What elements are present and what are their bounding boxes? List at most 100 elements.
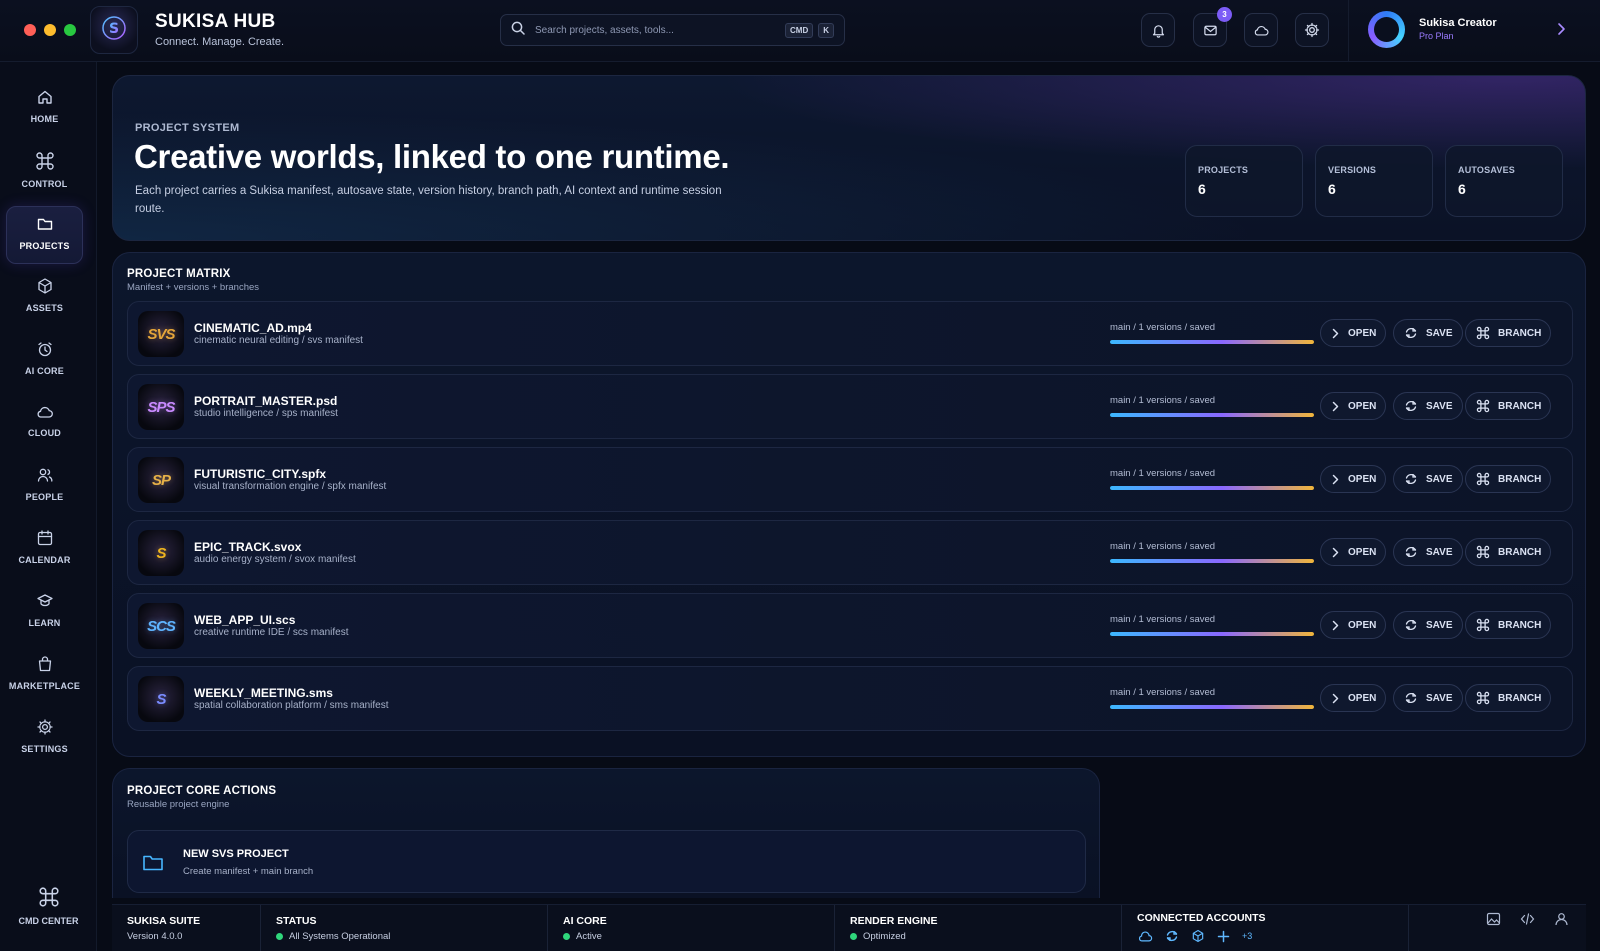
sidebar-item-label: AI CORE — [25, 366, 64, 376]
notifications-button[interactable] — [1141, 13, 1175, 47]
image-icon[interactable] — [1486, 912, 1501, 926]
new-svs-project-button[interactable]: NEW SVS PROJECT Create manifest + main b… — [127, 830, 1086, 893]
sync-icon — [1405, 473, 1417, 485]
connected-accounts[interactable]: +3 — [1137, 929, 1252, 943]
sukisa-logo-icon[interactable]: S — [90, 6, 138, 54]
sidebar-item-label: HOME — [30, 114, 59, 124]
open-button[interactable]: OPEN — [1320, 611, 1387, 639]
chevron-right-icon[interactable] — [1556, 22, 1566, 41]
stat-label: VERSIONS — [1328, 165, 1377, 175]
sidebar-item-marketplace[interactable]: MARKETPLACE — [6, 647, 83, 705]
sidebar-item-control[interactable]: CONTROL — [6, 143, 83, 201]
avatar[interactable] — [1368, 11, 1405, 48]
settings-button[interactable] — [1295, 13, 1329, 47]
project-row[interactable]: SCS WEB_APP_UI.scs creative runtime IDE … — [127, 593, 1573, 658]
project-description: audio energy system / svox manifest — [194, 554, 356, 565]
cloud-button[interactable] — [1244, 13, 1278, 47]
sidebar-item-cloud[interactable]: CLOUD — [6, 395, 83, 453]
branch-button[interactable]: BRANCH — [1465, 684, 1552, 712]
cloud-icon — [37, 406, 53, 418]
core-action-desc: Create manifest + main branch — [183, 866, 314, 877]
close-window-button[interactable] — [24, 24, 36, 36]
sync-icon — [1405, 619, 1417, 631]
top-divider — [1348, 0, 1349, 62]
sidebar-item-assets[interactable]: ASSETS — [6, 269, 83, 327]
sync-icon — [1405, 327, 1417, 339]
sidebar-item-people[interactable]: PEOPLE — [6, 458, 83, 516]
core-actions-panel: PROJECT CORE ACTIONS Reusable project en… — [112, 768, 1100, 898]
open-button[interactable]: OPEN — [1320, 319, 1387, 347]
folder-icon — [37, 218, 52, 230]
code-icon[interactable] — [1520, 912, 1535, 926]
command-icon — [35, 152, 54, 170]
branch-button[interactable]: BRANCH — [1465, 319, 1552, 347]
command-icon — [1476, 399, 1490, 413]
sidebar-item-projects[interactable]: PROJECTS — [6, 206, 83, 264]
branch-button[interactable]: BRANCH — [1465, 538, 1552, 566]
minimize-window-button[interactable] — [44, 24, 56, 36]
command-icon — [38, 887, 59, 907]
search-bar[interactable]: Search projects, assets, tools... CMD K — [500, 14, 845, 46]
save-button[interactable]: SAVE — [1393, 392, 1463, 420]
status-dot — [276, 933, 283, 940]
sidebar-item-label: PEOPLE — [25, 492, 64, 502]
save-button[interactable]: SAVE — [1393, 684, 1463, 712]
save-button[interactable]: SAVE — [1393, 465, 1463, 493]
hero-panel: PROJECT SYSTEM Creative worlds, linked t… — [112, 75, 1586, 241]
project-matrix-panel: PROJECT MATRIX Manifest + versions + bra… — [112, 252, 1586, 757]
sidebar-item-settings[interactable]: SETTINGS — [6, 710, 83, 768]
user-plan: Pro Plan — [1419, 31, 1454, 41]
render-label: RENDER ENGINE — [850, 915, 938, 927]
open-button[interactable]: OPEN — [1320, 684, 1387, 712]
open-button[interactable]: OPEN — [1320, 538, 1387, 566]
status-value: All Systems Operational — [289, 931, 391, 942]
sync-icon — [1405, 400, 1417, 412]
sidebar-item-label: CALENDAR — [18, 555, 71, 565]
sidebar-item-learn[interactable]: LEARN — [6, 584, 83, 642]
project-row[interactable]: SVS CINEMATIC_AD.mp4 cinematic neural ed… — [127, 301, 1573, 366]
open-button[interactable]: OPEN — [1320, 392, 1387, 420]
project-row[interactable]: SP FUTURISTIC_CITY.spfx visual transform… — [127, 447, 1573, 512]
project-row[interactable]: S WEEKLY_MEETING.sms spatial collaborati… — [127, 666, 1573, 731]
command-icon — [1476, 326, 1490, 340]
project-status: main / 1 versions / saved — [1110, 687, 1216, 698]
branch-button[interactable]: BRANCH — [1465, 611, 1552, 639]
maximize-window-button[interactable] — [64, 24, 76, 36]
project-row[interactable]: S EPIC_TRACK.svox audio energy system / … — [127, 520, 1573, 585]
project-name: PORTRAIT_MASTER.psd — [194, 394, 338, 408]
calendar-icon — [37, 530, 52, 546]
project-thumbnail: S — [138, 530, 184, 576]
save-button[interactable]: SAVE — [1393, 611, 1463, 639]
accounts-label: CONNECTED ACCOUNTS — [1137, 912, 1266, 924]
branch-button[interactable]: BRANCH — [1465, 465, 1552, 493]
project-description: spatial collaboration platform / sms man… — [194, 700, 389, 711]
save-button[interactable]: SAVE — [1393, 538, 1463, 566]
search-input[interactable]: Search projects, assets, tools... — [535, 25, 780, 36]
project-row[interactable]: SPS PORTRAIT_MASTER.psd studio intellige… — [127, 374, 1573, 439]
status-value-wrap: All Systems Operational — [276, 931, 390, 942]
sidebar-item-label: CLOUD — [28, 428, 61, 438]
save-button[interactable]: SAVE — [1393, 319, 1463, 347]
sidebar-item-ai-core[interactable]: AI CORE — [6, 332, 83, 390]
sidebar-item-label: ASSETS — [25, 303, 64, 313]
ai-core-value-wrap: Active — [563, 931, 602, 942]
cube-icon — [37, 278, 52, 294]
status-label: STATUS — [276, 915, 317, 927]
branch-button-label: BRANCH — [1498, 400, 1542, 412]
save-button-label: SAVE — [1426, 473, 1453, 485]
sidebar-item-label: SETTINGS — [21, 744, 68, 754]
cmd-center-button[interactable]: CMD CENTER — [0, 886, 97, 946]
branch-button-label: BRANCH — [1498, 546, 1542, 558]
project-progress-fill — [1110, 340, 1314, 344]
messages-button[interactable]: 3 — [1193, 7, 1232, 47]
user-icon[interactable] — [1554, 912, 1569, 926]
branch-button[interactable]: BRANCH — [1465, 392, 1552, 420]
sidebar-item-home[interactable]: HOME — [6, 80, 83, 138]
open-button[interactable]: OPEN — [1320, 465, 1387, 493]
suite-version: Version 4.0.0 — [127, 931, 183, 942]
project-name: FUTURISTIC_CITY.spfx — [194, 467, 327, 481]
app-subtitle: Connect. Manage. Create. — [155, 36, 285, 48]
sidebar-item-calendar[interactable]: CALENDAR — [6, 521, 83, 579]
shortcut-mod-key: CMD — [785, 22, 814, 38]
user-name: Sukisa Creator — [1419, 17, 1497, 29]
